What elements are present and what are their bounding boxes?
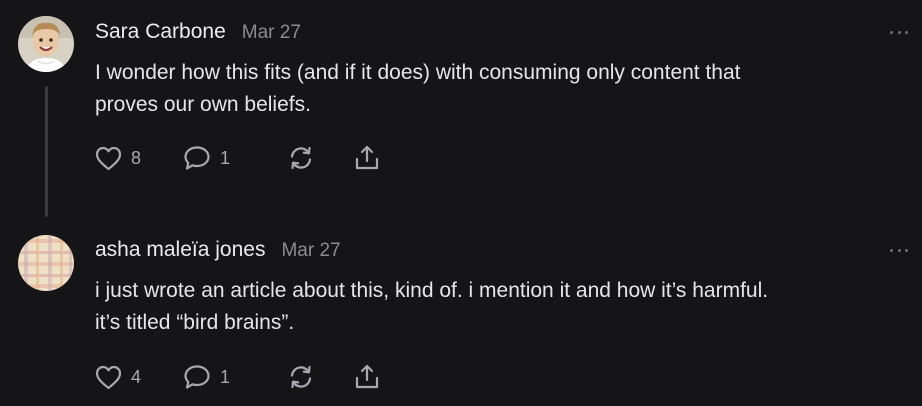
avatar[interactable] — [18, 235, 74, 291]
dot — [890, 248, 893, 252]
share-button[interactable] — [353, 363, 381, 391]
heart-icon — [95, 365, 122, 389]
avatar-photo-icon — [18, 16, 74, 72]
like-count: 4 — [131, 366, 142, 387]
more-dots-icon[interactable] — [890, 29, 908, 35]
dot — [905, 248, 908, 252]
dot — [897, 30, 901, 34]
comment-header: asha maleïa jones Mar 27 — [95, 238, 341, 262]
like-button[interactable]: 8 — [95, 146, 183, 171]
reply-button[interactable]: 1 — [183, 145, 287, 171]
comment-bubble-icon — [184, 146, 210, 170]
author-name[interactable]: Sara Carbone — [95, 20, 226, 44]
share-icon — [355, 364, 379, 389]
share-icon — [355, 145, 379, 170]
more-dots-icon[interactable] — [890, 247, 908, 253]
comment: asha maleïa jones Mar 27 i just wrote an… — [0, 217, 922, 406]
comment-text-line: I wonder how this fits (and if it does) … — [95, 61, 741, 84]
restack-button[interactable] — [287, 144, 353, 172]
comment-body: i just wrote an article about this, kind… — [95, 275, 895, 339]
dot — [890, 30, 893, 34]
comment-actions: 8 1 — [95, 144, 381, 172]
comment-text-line: it’s titled “bird brains”. — [95, 311, 295, 334]
like-button[interactable]: 4 — [95, 365, 183, 390]
share-button[interactable] — [353, 144, 381, 172]
comment-date[interactable]: Mar 27 — [242, 22, 301, 44]
reply-count: 1 — [220, 366, 231, 387]
reply-button[interactable]: 1 — [183, 364, 287, 390]
restack-button[interactable] — [287, 363, 353, 391]
comment-bubble-icon — [184, 365, 210, 389]
author-name[interactable]: asha maleïa jones — [95, 238, 265, 262]
dot — [905, 30, 908, 34]
comment-actions: 4 1 — [95, 363, 381, 391]
restack-icon — [290, 146, 312, 170]
comment-date[interactable]: Mar 27 — [281, 240, 340, 262]
comment-body: I wonder how this fits (and if it does) … — [95, 57, 895, 121]
dot — [897, 248, 901, 252]
comment-header: Sara Carbone Mar 27 — [95, 20, 301, 44]
comment-text-line: i just wrote an article about this, kind… — [95, 279, 769, 302]
thread-line — [45, 86, 48, 217]
avatar[interactable] — [18, 16, 74, 72]
comment-text-line: proves our own beliefs. — [95, 93, 311, 116]
restack-icon — [290, 365, 312, 389]
like-count: 8 — [131, 147, 142, 168]
comment: Sara Carbone Mar 27 I wonder how this fi… — [0, 0, 922, 217]
avatar-pattern-icon — [18, 235, 74, 291]
heart-icon — [95, 146, 122, 170]
reply-count: 1 — [220, 147, 231, 168]
comment-thread: Sara Carbone Mar 27 I wonder how this fi… — [0, 0, 922, 406]
